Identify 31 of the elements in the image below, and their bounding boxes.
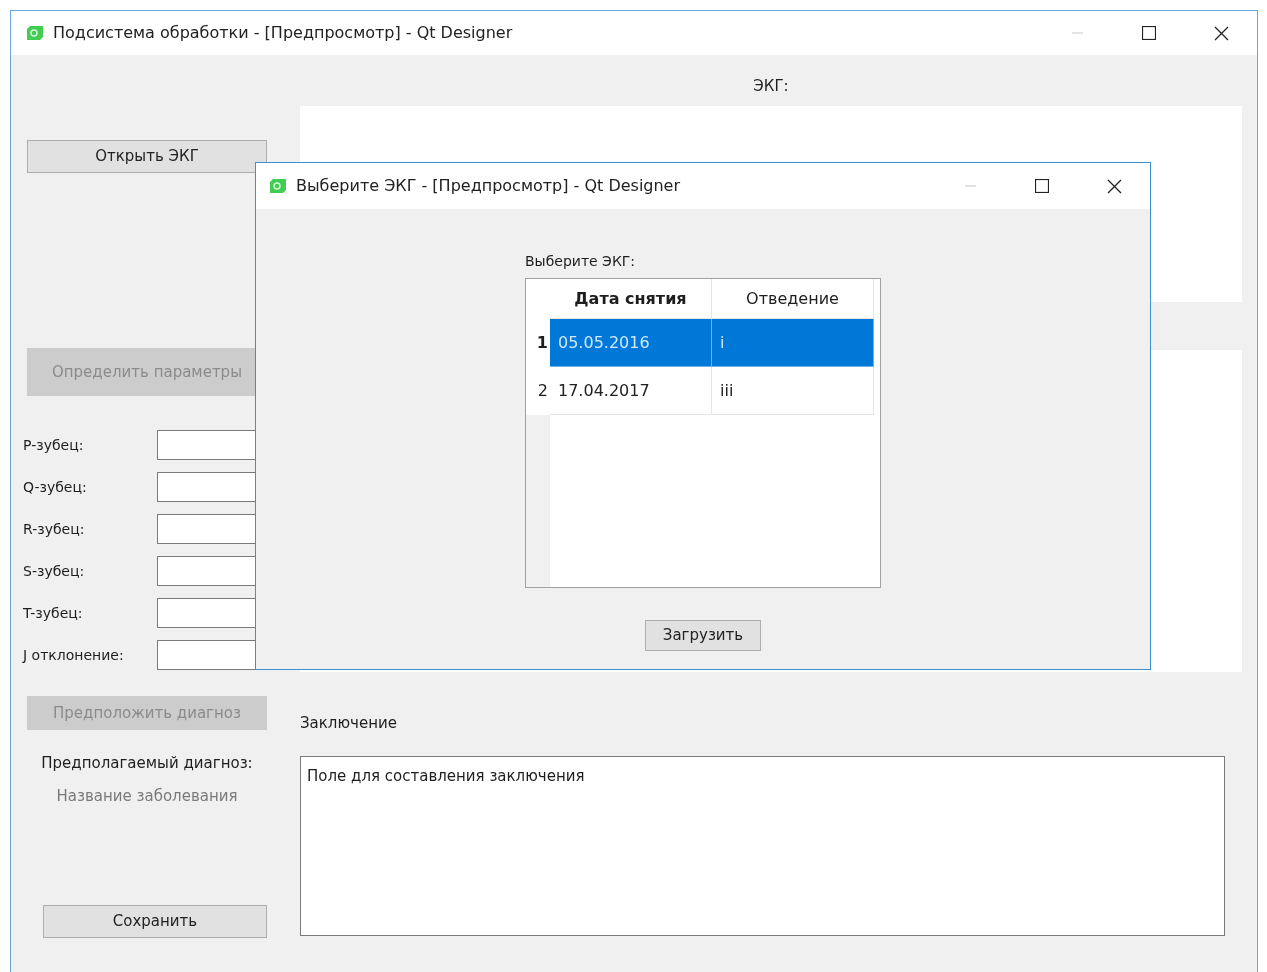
- conclusion-label: Заключение: [300, 712, 397, 734]
- field-label: T-зубец:: [23, 603, 84, 623]
- field-label: P-зубец:: [23, 435, 85, 455]
- diagnosis-value: Название заболевания: [55, 785, 239, 807]
- window-title: Подсистема обработки - [Предпросмотр] - Qt Designer: [53, 22, 513, 44]
- maximize-icon: [1142, 26, 1156, 40]
- maximize-icon: [1035, 179, 1049, 193]
- load-button[interactable]: Загрузить: [645, 620, 761, 651]
- table-cell[interactable]: i: [712, 319, 874, 367]
- field-label: R-зубец:: [23, 519, 86, 539]
- select-ecg-label: Выберите ЭКГ:: [525, 252, 636, 271]
- open-ecg-button[interactable]: Открыть ЭКГ: [27, 140, 267, 173]
- conclusion-text-area[interactable]: Поле для составления заключения: [300, 756, 1225, 936]
- row-header[interactable]: 2: [526, 367, 550, 415]
- app-icon: [270, 179, 286, 193]
- app-icon: [27, 26, 43, 40]
- field-label: J отклонение:: [23, 645, 125, 665]
- close-icon: [1106, 178, 1122, 194]
- column-header[interactable]: Отведение: [712, 279, 874, 318]
- table-cell[interactable]: iii: [712, 367, 874, 415]
- table-cell[interactable]: 17.04.2017: [550, 367, 712, 415]
- close-icon: [1213, 25, 1229, 41]
- field-label: Q-зубец:: [23, 477, 88, 497]
- diagnosis-label: Предполагаемый диагноз:: [40, 753, 254, 774]
- table-cell[interactable]: 05.05.2016: [550, 319, 712, 367]
- save-button[interactable]: Сохранить: [43, 905, 267, 938]
- column-header[interactable]: Дата снятия: [550, 279, 712, 318]
- dialog-title: Выберите ЭКГ - [Предпросмотр] - Qt Designer: [296, 175, 681, 197]
- row-header[interactable]: 1: [526, 319, 550, 367]
- ecg-title: ЭКГ:: [753, 76, 789, 97]
- field-label: S-зубец:: [23, 561, 86, 581]
